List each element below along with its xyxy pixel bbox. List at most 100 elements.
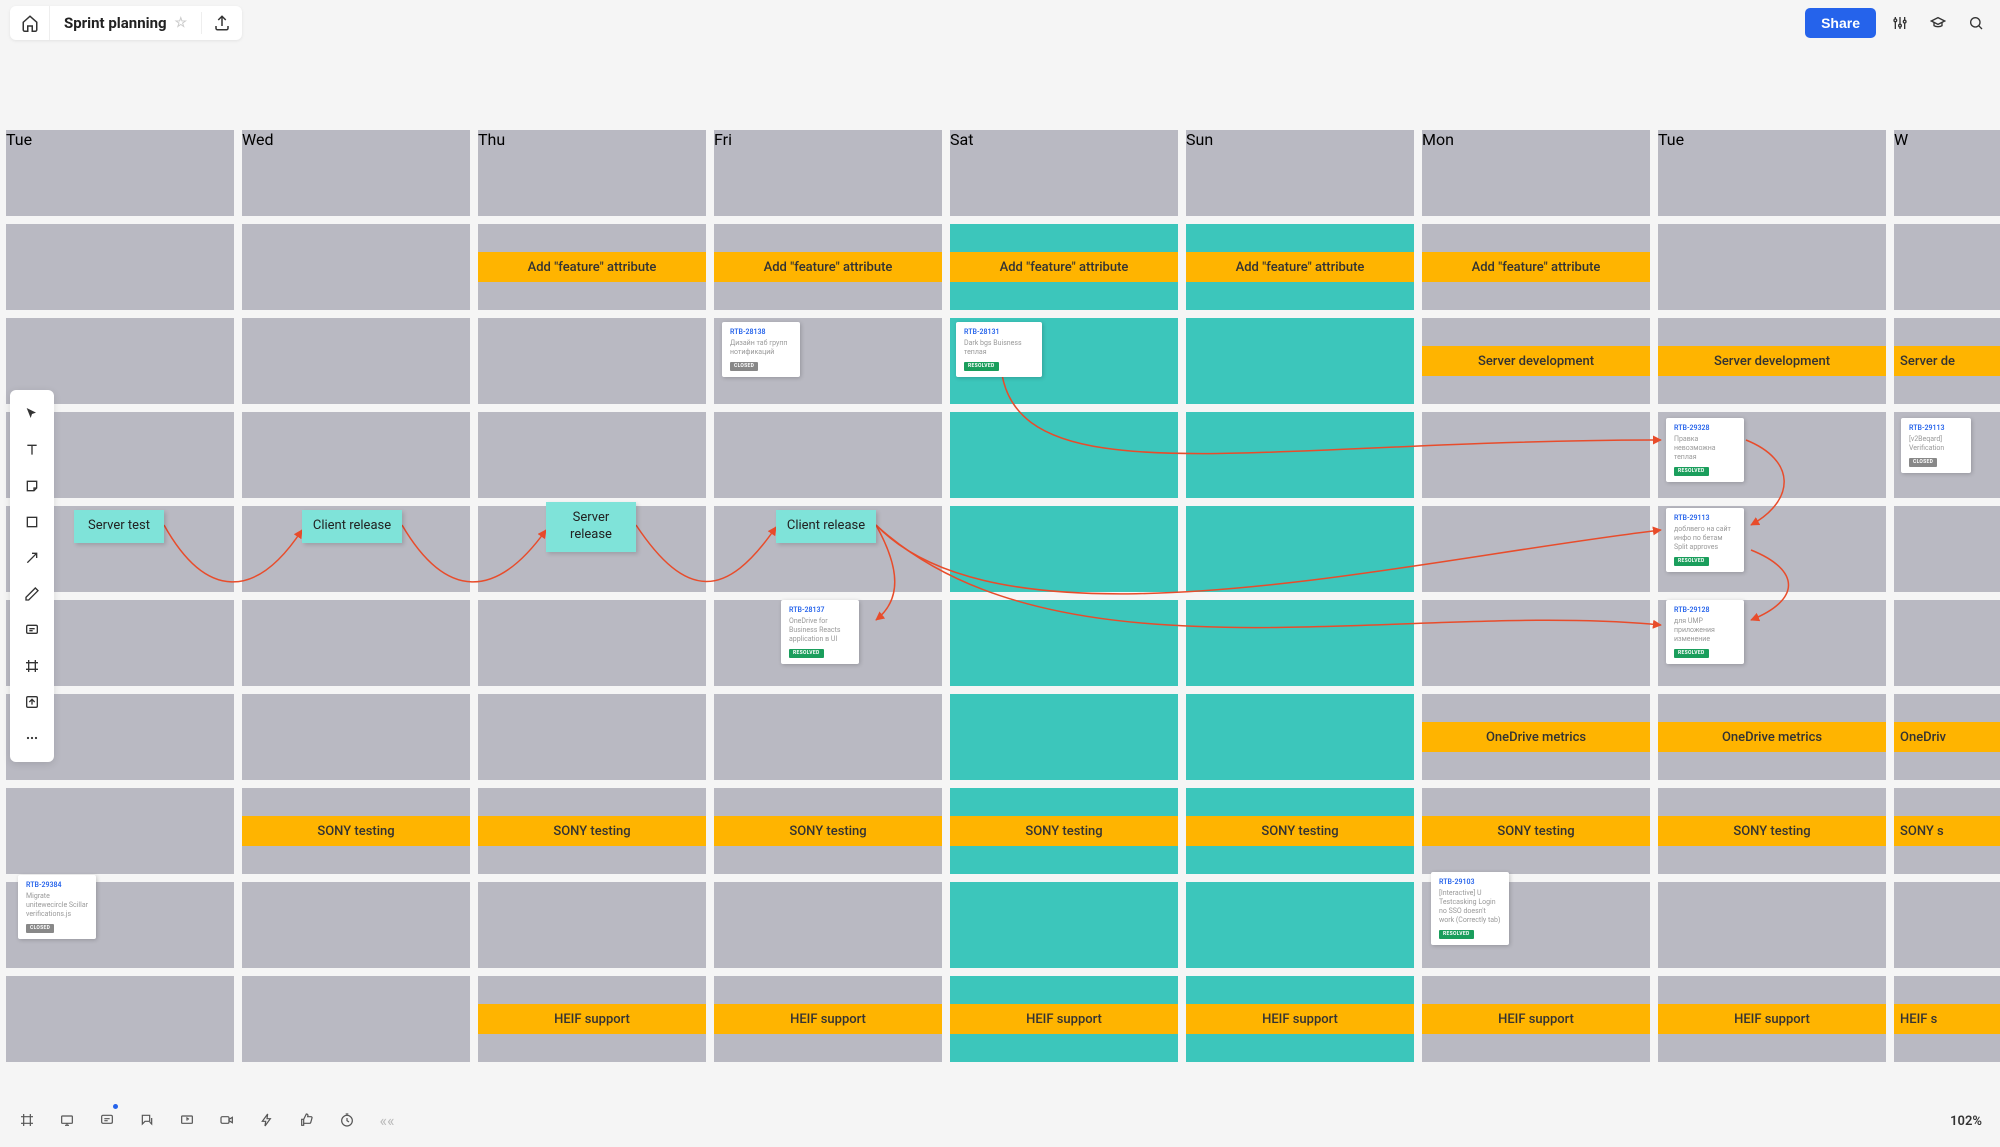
task-band[interactable]: HEIF support [1658,1004,1886,1034]
canvas[interactable]: Tue Wed Thu Fri Sat Sun Mon Tue W Add "f… [6,130,2000,1077]
home-button[interactable] [10,6,50,40]
activity-button[interactable] [254,1107,280,1133]
timer-button[interactable] [334,1107,360,1133]
grid-cell[interactable]: Rel [1894,224,2000,310]
issue-card[interactable]: RTB-28131 Dark bgs Buisness теплая RESOL… [956,322,1042,377]
presentation-button[interactable] [54,1107,80,1133]
grid-cell[interactable]: SONY testing [1186,788,1414,874]
sticky-note[interactable]: Server release [546,502,636,552]
issue-card[interactable]: RTB-29113 доблвего на сайт инфо по бетам… [1666,508,1744,572]
task-band[interactable]: Server de [1894,346,2000,376]
grid-cell[interactable] [478,694,706,780]
grid-cell[interactable] [242,694,470,780]
grid-cell[interactable] [478,600,706,686]
frame-tool[interactable] [10,648,54,684]
grid-cell[interactable] [1658,882,1886,968]
grid-cell[interactable]: Add "feature" attribute [950,224,1178,310]
task-band[interactable]: Add "feature" attribute [1422,252,1650,282]
grid-cell[interactable]: OneDrive metrics [1422,694,1650,780]
grid-cell[interactable] [950,882,1178,968]
grid-cell[interactable] [1894,600,2000,686]
grid-cell[interactable]: Add "feature" attribute [1186,224,1414,310]
grid-cell[interactable] [242,412,470,498]
task-band[interactable]: OneDrive metrics [1422,722,1650,752]
grid-cell[interactable] [1186,882,1414,968]
grid-cell[interactable]: Server de [1894,318,2000,404]
grid-cell[interactable] [242,318,470,404]
task-band[interactable]: HEIF support [1186,1004,1414,1034]
grid-cell[interactable]: SONY testing [478,788,706,874]
task-band[interactable]: SONY testing [714,816,942,846]
grid-cell[interactable]: HEIF support [714,976,942,1062]
grid-cell[interactable] [1658,224,1886,310]
task-band[interactable]: SONY s [1894,816,2000,846]
grid-cell[interactable]: SONY testing [950,788,1178,874]
task-band[interactable]: Add "feature" attribute [714,252,942,282]
grid-cell[interactable]: HEIF support [1186,976,1414,1062]
issue-card[interactable]: RTB-29328 Правка невозможна теплая RESOL… [1666,418,1744,482]
grid-cell[interactable]: Add "feature" attribute [714,224,942,310]
task-band[interactable]: Add "feature" attribute [478,252,706,282]
grid-cell[interactable] [1186,318,1414,404]
comments-button[interactable] [94,1107,120,1133]
grid-cell[interactable]: HEIF support [1422,976,1650,1062]
grid-cell[interactable]: SONY testing [1422,788,1650,874]
grid-cell[interactable] [714,694,942,780]
task-band[interactable]: SONY testing [1186,816,1414,846]
grid-cell[interactable]: SONY s [1894,788,2000,874]
sticky-note[interactable]: Client release [302,510,402,543]
export-button[interactable] [202,6,242,40]
task-band[interactable]: HEIF support [950,1004,1178,1034]
issue-card[interactable]: RTB-28137 OneDrive for Business Reacts a… [781,600,859,664]
task-band[interactable]: SONY testing [950,816,1178,846]
academy-button[interactable] [1924,9,1952,37]
text-tool[interactable] [10,432,54,468]
video-button[interactable] [214,1107,240,1133]
grid-cell[interactable]: Server development [1422,318,1650,404]
issue-card[interactable]: RTB-29113 [v2Beqard] Verification CLOSED [1901,418,1971,473]
grid-cell[interactable] [950,506,1178,592]
grid-cell[interactable] [950,694,1178,780]
grid-cell[interactable] [1186,506,1414,592]
grid-cell[interactable] [1422,600,1650,686]
sticky-note[interactable]: Client release [776,510,876,543]
grid-cell[interactable]: HEIF support [950,976,1178,1062]
grid-cell[interactable] [242,976,470,1062]
grid-cell[interactable]: Server development [1658,318,1886,404]
grid-cell[interactable] [242,600,470,686]
grid-cell[interactable]: SONY testing [1658,788,1886,874]
grid-cell[interactable] [950,412,1178,498]
sticky-note[interactable]: Server test [74,510,164,543]
grid-cell[interactable] [6,976,234,1062]
task-band[interactable]: SONY testing [478,816,706,846]
grid-cell[interactable] [1186,694,1414,780]
grid-cell[interactable] [478,318,706,404]
grid-cell[interactable]: HEIF support [1658,976,1886,1062]
grid-cell[interactable]: Add "feature" attribute [1422,224,1650,310]
grid-cell[interactable] [242,882,470,968]
task-band[interactable]: HEIF support [714,1004,942,1034]
grid-cell[interactable]: OneDrive metrics [1658,694,1886,780]
task-band[interactable]: HEIF support [478,1004,706,1034]
task-band[interactable]: HEIF support [1422,1004,1650,1034]
settings-button[interactable] [1886,9,1914,37]
more-tools[interactable] [10,720,54,756]
grid-cell[interactable] [6,224,234,310]
task-band[interactable]: OneDriv [1894,722,2000,752]
grid-cell[interactable] [1186,412,1414,498]
grid-cell[interactable] [478,412,706,498]
grid-cell[interactable] [1186,600,1414,686]
grid-cell[interactable] [714,882,942,968]
task-band[interactable]: Add "feature" attribute [950,252,1178,282]
task-band[interactable]: OneDrive metrics [1658,722,1886,752]
issue-card[interactable]: RTB-29103 [Interactive] U Testcasking Lo… [1431,872,1509,945]
upload-tool[interactable] [10,684,54,720]
task-band[interactable]: HEIF s [1894,1004,2000,1034]
issue-card[interactable]: RTB-29128 для UMP приложения изменение R… [1666,600,1744,664]
grid-cell[interactable] [1422,506,1650,592]
share-button[interactable]: Share [1805,8,1876,38]
grid-cell[interactable]: OneDriv [1894,694,2000,780]
screenshare-button[interactable] [174,1107,200,1133]
grid-cell[interactable] [6,788,234,874]
comment-tool[interactable] [10,612,54,648]
